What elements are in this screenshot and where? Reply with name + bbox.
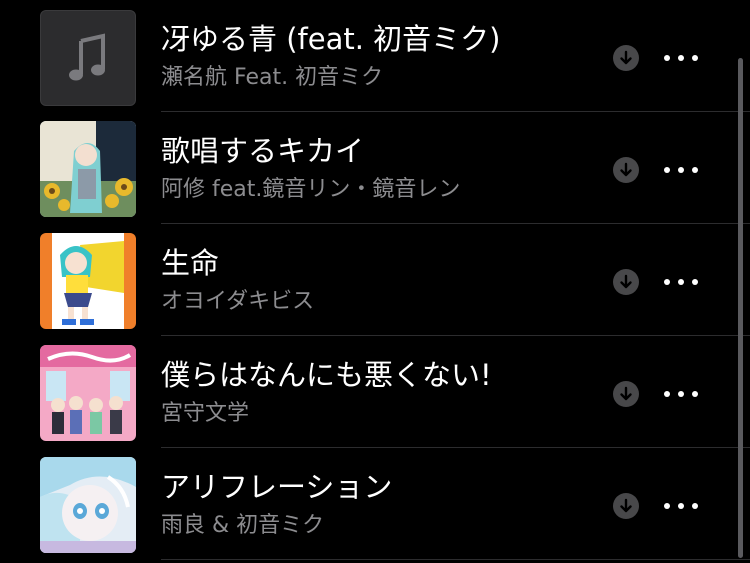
download-icon[interactable] (613, 157, 639, 183)
download-icon[interactable] (613, 269, 639, 295)
song-artist: 阿修 feat.鏡音リン・鏡音レン (161, 177, 461, 202)
album-artwork (40, 121, 136, 217)
more-options-icon[interactable] (664, 164, 698, 176)
more-options-icon[interactable] (664, 52, 698, 64)
song-artist: オヨイダキビス (161, 289, 315, 314)
scrollbar[interactable] (738, 58, 743, 558)
album-artwork (40, 233, 136, 329)
more-options-icon[interactable] (664, 276, 698, 288)
song-title: アリフレーション (161, 470, 393, 504)
song-artist: 雨良 & 初音ミク (161, 513, 325, 538)
download-icon[interactable] (613, 45, 639, 71)
music-note-icon (40, 10, 136, 106)
more-options-icon[interactable] (664, 500, 698, 512)
song-artist: 瀬名航 Feat. 初音ミク (161, 65, 384, 90)
song-title: 歌唱するキカイ (161, 134, 365, 168)
download-icon[interactable] (613, 381, 639, 407)
song-row[interactable]: 歌唱するキカイ 阿修 feat.鏡音リン・鏡音レン (0, 112, 750, 224)
song-row[interactable]: アリフレーション 雨良 & 初音ミク (0, 448, 750, 560)
song-list: 冴ゆる青 (feat. 初音ミク) 瀬名航 Feat. 初音ミク 歌唱するキカイ… (0, 0, 750, 563)
song-title: 僕らはなんにも悪くない! (161, 358, 492, 392)
song-row[interactable]: 僕らはなんにも悪くない! 宮守文学 (0, 336, 750, 448)
more-options-icon[interactable] (664, 388, 698, 400)
album-artwork (40, 345, 136, 441)
song-row[interactable]: 冴ゆる青 (feat. 初音ミク) 瀬名航 Feat. 初音ミク (0, 0, 750, 112)
song-title: 冴ゆる青 (feat. 初音ミク) (161, 22, 501, 56)
song-artist: 宮守文学 (161, 401, 250, 426)
song-title: 生命 (161, 246, 220, 280)
row-divider (161, 559, 750, 560)
song-row[interactable]: 生命 オヨイダキビス (0, 224, 750, 336)
download-icon[interactable] (613, 493, 639, 519)
album-artwork (40, 457, 136, 553)
